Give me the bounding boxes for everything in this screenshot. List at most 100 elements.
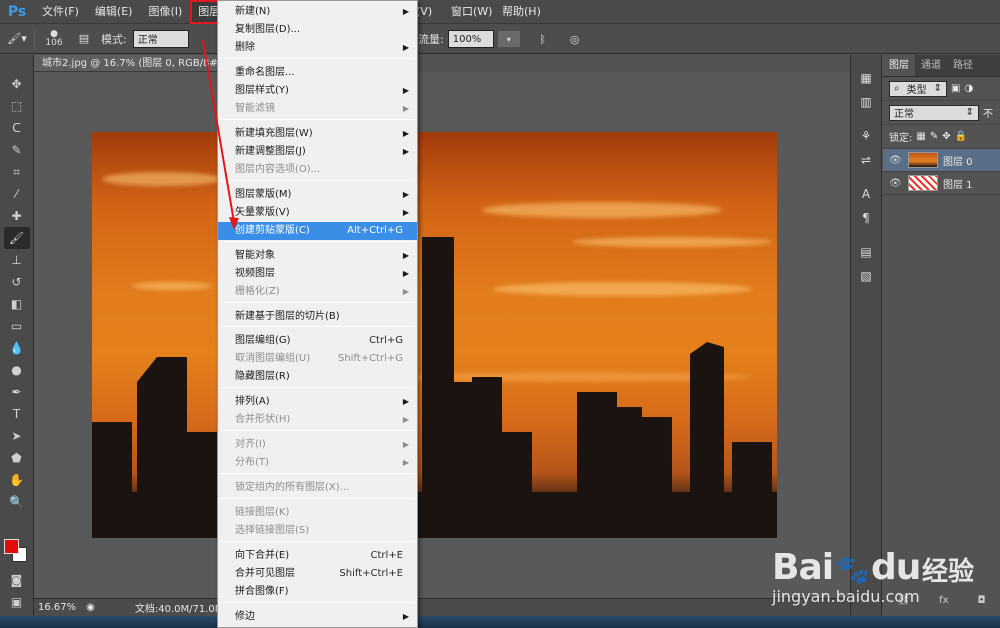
visibility-eye-icon[interactable]: 👁 bbox=[889, 178, 903, 189]
airbrush-icon[interactable]: ᛒ bbox=[532, 28, 554, 50]
marquee-tool-icon[interactable]: ⬚ bbox=[4, 95, 30, 117]
tab-paths[interactable]: 路径 bbox=[947, 55, 979, 76]
zoom-level[interactable]: 16.67% bbox=[38, 602, 76, 613]
pressure-icon[interactable]: ◎ bbox=[564, 28, 586, 50]
layer-menu-item[interactable]: 重命名图层... bbox=[218, 64, 417, 82]
paragraph-panel-icon[interactable]: ¶ bbox=[855, 209, 877, 227]
layer-menu-item[interactable]: 新建(N) ▶ bbox=[218, 3, 417, 21]
layer-menu-item: 分布(T) ▶ bbox=[218, 454, 417, 472]
layer-menu-item[interactable]: 智能对象 ▶ bbox=[218, 247, 417, 265]
brush-size-picker[interactable]: ● 106 bbox=[41, 28, 67, 50]
tab-layers[interactable]: 图层 bbox=[883, 55, 915, 76]
layer-menu-item[interactable]: 排列(A) ▶ bbox=[218, 393, 417, 411]
menu-item-label: 矢量蒙版(V) bbox=[235, 207, 290, 218]
adjust-filter-icon[interactable]: ◑ bbox=[964, 83, 973, 94]
healing-tool-icon[interactable]: ✚ bbox=[4, 205, 30, 227]
history-panel-icon[interactable]: ▦ bbox=[855, 69, 877, 87]
layer-menu-item[interactable]: 图层编组(G) Ctrl+G bbox=[218, 332, 417, 350]
layer-menu-item[interactable]: 新建填充图层(W) ▶ bbox=[218, 125, 417, 143]
lasso-tool-icon[interactable]: ᑕ bbox=[4, 117, 30, 139]
flow-input[interactable]: 100% bbox=[447, 30, 494, 48]
menu-item-label: 复制图层(D)... bbox=[235, 24, 301, 35]
brush-panel-icon[interactable]: ▤ bbox=[73, 28, 95, 50]
menu-help[interactable]: 帮助(H) bbox=[494, 0, 549, 24]
pen-tool-icon[interactable]: ✒ bbox=[4, 381, 30, 403]
submenu-arrow-icon: ▶ bbox=[402, 104, 409, 113]
properties-panel-icon[interactable]: ▥ bbox=[855, 93, 877, 111]
flow-dropdown-icon[interactable]: ▾ bbox=[497, 31, 520, 47]
clone-source-icon[interactable]: ⇌ bbox=[855, 151, 877, 169]
lock-transparent-icon[interactable]: ▦ bbox=[916, 131, 925, 142]
dodge-tool-icon[interactable]: ● bbox=[4, 359, 30, 381]
layer-menu-item[interactable]: 复制图层(D)... bbox=[218, 21, 417, 39]
layer-row-1[interactable]: 👁 图层 1 bbox=[883, 172, 1000, 195]
menu-file[interactable]: 文件(F) bbox=[34, 0, 87, 24]
menu-item-shortcut: Ctrl+G bbox=[369, 335, 403, 346]
layer-menu-item[interactable]: 创建剪贴蒙版(C) Alt+Ctrl+G bbox=[218, 222, 417, 240]
layer-menu-item[interactable]: 修边 ▶ bbox=[218, 608, 417, 626]
layer-menu-item[interactable]: 合并可见图层 Shift+Ctrl+E bbox=[218, 565, 417, 583]
skyline-silhouette bbox=[92, 237, 777, 538]
menu-edit[interactable]: 编辑(E) bbox=[87, 0, 141, 24]
lock-paint-icon[interactable]: ✎ bbox=[930, 131, 938, 142]
character-panel-icon[interactable]: A bbox=[855, 185, 877, 203]
watermark-cn: 经验 bbox=[922, 557, 975, 587]
quick-select-tool-icon[interactable]: ✎ bbox=[4, 139, 30, 161]
crop-tool-icon[interactable]: ⌗ bbox=[4, 161, 30, 183]
stamp-tool-icon[interactable]: ⊥ bbox=[4, 249, 30, 271]
lock-all-icon[interactable]: 🔒 bbox=[955, 131, 967, 142]
actions-panel-icon[interactable]: ▤ bbox=[855, 243, 877, 261]
layer-row-0[interactable]: 👁 图层 0 bbox=[883, 149, 1000, 172]
path-select-tool-icon[interactable]: ➤ bbox=[4, 425, 30, 447]
document-tab[interactable]: 城市2.jpg @ 16.7% (图层 0, RGB/8#) * bbox=[34, 55, 234, 72]
submenu-arrow-icon: ▶ bbox=[402, 86, 409, 95]
zoom-tool-icon[interactable]: 🔍 bbox=[4, 491, 30, 513]
shape-tool-icon[interactable]: ⬟ bbox=[4, 447, 30, 469]
eraser-tool-icon[interactable]: ◧ bbox=[4, 293, 30, 315]
move-tool-icon[interactable]: ✥ bbox=[4, 73, 30, 95]
search-icon: ⌕ bbox=[894, 83, 900, 94]
history-brush-tool-icon[interactable]: ↺ bbox=[4, 271, 30, 293]
menu-separator bbox=[220, 58, 415, 59]
image-filter-icon[interactable]: ▣ bbox=[951, 83, 960, 94]
brush-tool-icon[interactable]: 🖌 bbox=[3, 227, 30, 249]
visibility-eye-icon[interactable]: 👁 bbox=[889, 155, 903, 166]
brush-panel-icon[interactable]: ⚘ bbox=[855, 127, 877, 145]
status-info-icon[interactable]: ◉ bbox=[86, 602, 95, 613]
layer-menu-item[interactable]: 新建调整图层(J) ▶ bbox=[218, 143, 417, 161]
notes-panel-icon[interactable]: ▧ bbox=[855, 267, 877, 285]
layer-menu-item[interactable]: 新建基于图层的切片(B) bbox=[218, 308, 417, 326]
layer-menu-item[interactable]: 拼合图像(F) bbox=[218, 583, 417, 601]
tab-channels[interactable]: 通道 bbox=[915, 55, 947, 76]
layer-menu-item[interactable]: 向下合并(E) Ctrl+E bbox=[218, 547, 417, 565]
blur-tool-icon[interactable]: 💧 bbox=[4, 337, 30, 359]
hand-tool-icon[interactable]: ✋ bbox=[4, 469, 30, 491]
eyedropper-tool-icon[interactable]: ⁄ bbox=[4, 183, 30, 205]
city-sunset-image[interactable] bbox=[92, 132, 777, 538]
mode-select[interactable]: 正常 bbox=[132, 29, 189, 48]
layer-menu-item[interactable]: 视频图层 ▶ bbox=[218, 265, 417, 283]
menu-image[interactable]: 图像(I) bbox=[140, 0, 190, 24]
gradient-tool-icon[interactable]: ▭ bbox=[4, 315, 30, 337]
menu-separator bbox=[220, 430, 415, 431]
layer-filter-row: ⌕ 类型 ⇕ ▣ ◑ bbox=[883, 77, 1000, 101]
screen-mode-icon[interactable]: ▣ bbox=[4, 591, 30, 613]
type-tool-icon[interactable]: T bbox=[4, 403, 30, 425]
menu-separator bbox=[220, 302, 415, 303]
brush-tool-preset-icon[interactable]: 🖌▾ bbox=[6, 28, 28, 50]
quick-mask-icon[interactable]: ◙ bbox=[4, 569, 30, 591]
submenu-arrow-icon: ▶ bbox=[402, 458, 409, 467]
lock-label: 锁定: bbox=[889, 133, 913, 144]
foreground-color-swatch[interactable] bbox=[4, 539, 19, 554]
layer-menu-item[interactable]: 删除 ▶ bbox=[218, 39, 417, 57]
layer-filter-select[interactable]: ⌕ 类型 ⇕ bbox=[889, 80, 947, 97]
blend-mode-select[interactable]: 正常 ⇕ bbox=[889, 104, 979, 121]
layer-menu-item[interactable]: 隐藏图层(R) bbox=[218, 368, 417, 386]
layer-menu-item[interactable]: 图层蒙版(M) ▶ bbox=[218, 186, 417, 204]
lock-position-icon[interactable]: ✥ bbox=[942, 131, 950, 142]
layer-menu-item[interactable]: 图层样式(Y) ▶ bbox=[218, 82, 417, 100]
layer-menu-item[interactable]: 矢量蒙版(V) ▶ bbox=[218, 204, 417, 222]
submenu-arrow-icon: ▶ bbox=[402, 251, 409, 260]
menu-window[interactable]: 窗口(W) bbox=[443, 0, 500, 24]
menu-item-label: 图层编组(G) bbox=[235, 335, 291, 346]
